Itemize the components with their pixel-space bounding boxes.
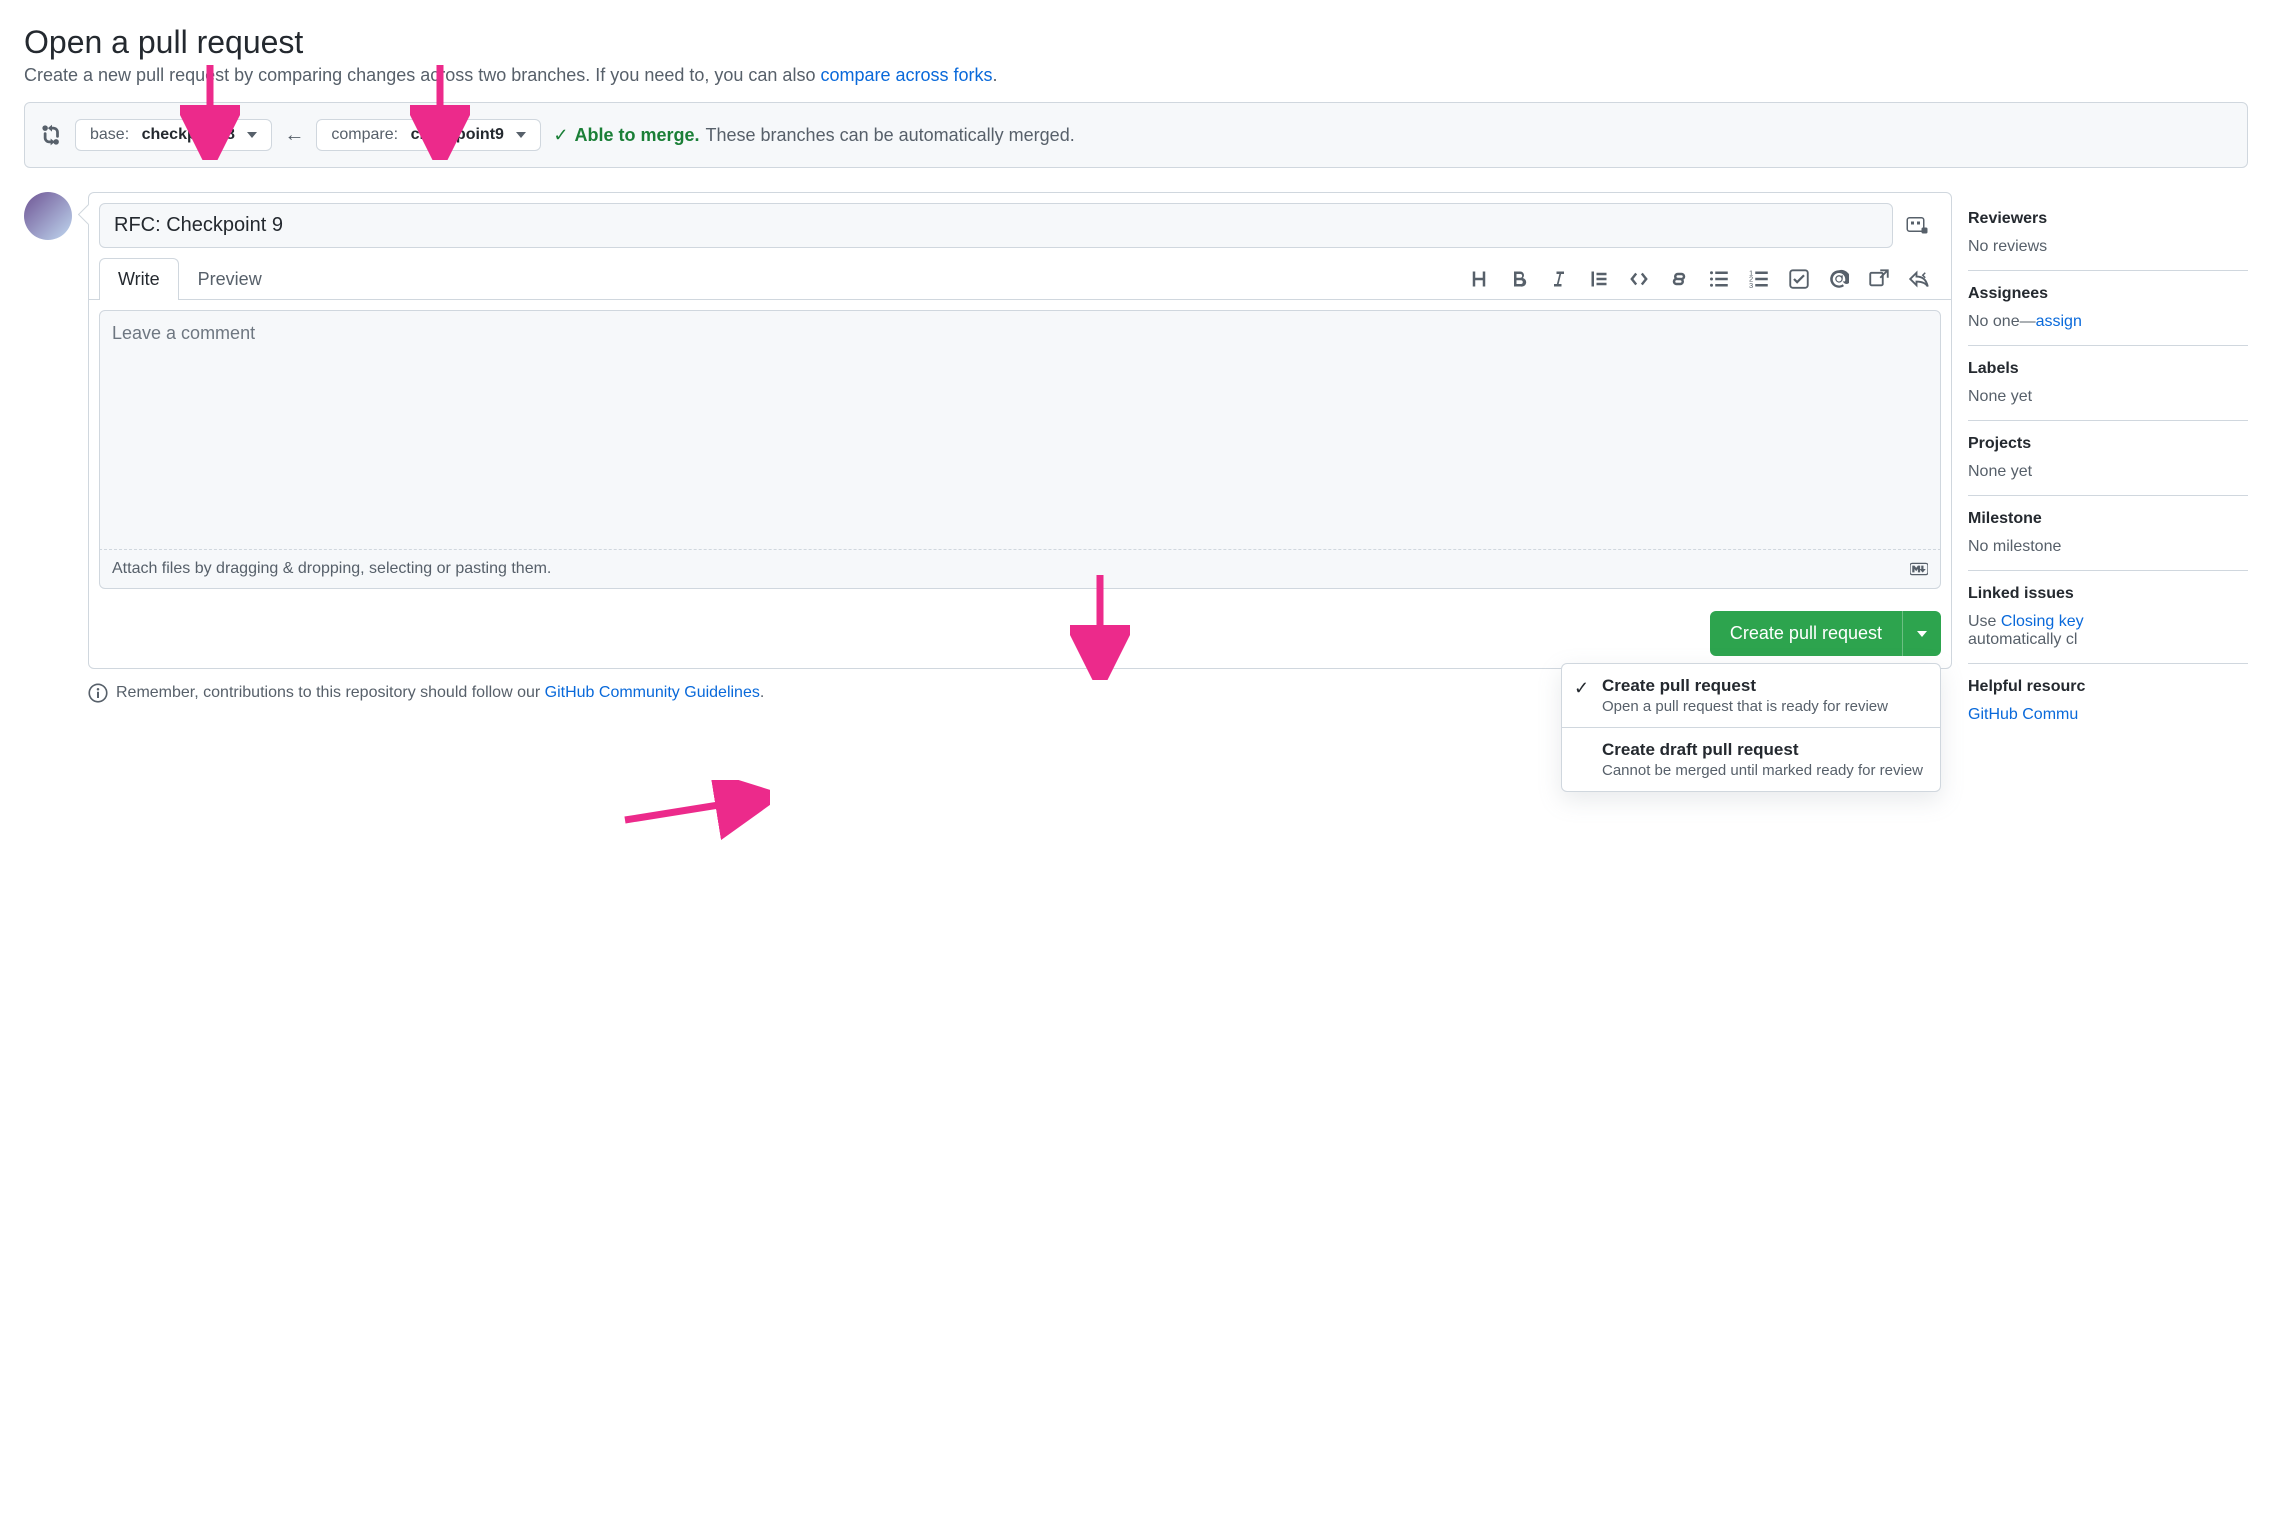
mention-icon[interactable]: [1829, 269, 1849, 289]
tasklist-icon[interactable]: [1789, 269, 1809, 289]
ul-icon[interactable]: [1709, 269, 1729, 289]
linked-post: automatically cl: [1968, 631, 2077, 648]
dropdown-create-draft[interactable]: Create draft pull request Cannot be merg…: [1562, 728, 1940, 791]
side-content: GitHub Commu: [1968, 706, 2248, 724]
reply-icon[interactable]: [1909, 269, 1929, 289]
sidebar-helpful: Helpful resourc GitHub Commu: [1968, 664, 2248, 738]
subtitle-post: .: [993, 65, 998, 85]
community-link[interactable]: GitHub Commu: [1968, 706, 2078, 723]
create-pr-dropdown: ✓ Create pull request Open a pull reques…: [1561, 663, 1941, 792]
side-content: No milestone: [1968, 538, 2248, 556]
side-title: Milestone: [1968, 510, 2248, 528]
tabs-row: Write Preview 123: [89, 258, 1951, 300]
git-compare-icon: [41, 124, 63, 146]
assign-self-link[interactable]: assign: [2036, 313, 2082, 330]
side-content: None yet: [1968, 463, 2248, 481]
side-title: Labels: [1968, 360, 2248, 378]
base-value: checkpoint8: [142, 126, 235, 144]
guidelines-post: .: [760, 684, 764, 701]
link-icon[interactable]: [1669, 269, 1689, 289]
closing-keywords-link[interactable]: Closing key: [2001, 613, 2084, 630]
merge-rest-label: These branches can be automatically merg…: [706, 125, 1075, 146]
sidebar-projects[interactable]: Projects None yet: [1968, 421, 2248, 496]
side-title: Assignees: [1968, 285, 2248, 303]
linked-pre: Use: [1968, 613, 2001, 630]
compare-branch-button[interactable]: compare: checkpoint9: [316, 119, 541, 151]
sidebar-milestone[interactable]: Milestone No milestone: [1968, 496, 2248, 571]
tab-write[interactable]: Write: [99, 258, 179, 300]
ol-icon[interactable]: 123: [1749, 269, 1769, 289]
markdown-icon: [1910, 560, 1928, 578]
side-title: Projects: [1968, 435, 2248, 453]
sidebar-assignees[interactable]: Assignees No one—assign: [1968, 271, 2248, 346]
guidelines-link[interactable]: GitHub Community Guidelines: [545, 684, 760, 701]
svg-text:3: 3: [1749, 280, 1753, 288]
comment-textarea[interactable]: Leave a comment: [99, 310, 1941, 550]
compare-label: compare:: [331, 126, 398, 144]
create-pr-button-group: Create pull request: [1710, 611, 1941, 656]
copilot-icon[interactable]: [1901, 210, 1933, 242]
base-label: base:: [90, 126, 129, 144]
comment-box: Write Preview 123: [88, 192, 1952, 669]
guidelines-pre: Remember, contributions to this reposito…: [116, 684, 545, 701]
sidebar: Reviewers No reviews Assignees No one—as…: [1968, 196, 2248, 738]
quote-icon[interactable]: [1589, 269, 1609, 289]
info-icon: [88, 683, 108, 703]
markdown-toolbar: 123: [1469, 269, 1941, 289]
dropdown-create-pr[interactable]: ✓ Create pull request Open a pull reques…: [1562, 664, 1940, 728]
check-icon: ✓: [553, 125, 568, 146]
subtitle-text: Create a new pull request by comparing c…: [24, 65, 820, 85]
side-content: None yet: [1968, 388, 2248, 406]
compare-forks-link[interactable]: compare across forks: [820, 65, 992, 85]
base-branch-button[interactable]: base: checkpoint8: [75, 119, 272, 151]
page-title: Open a pull request: [24, 24, 2248, 61]
create-pr-button[interactable]: Create pull request: [1710, 611, 1902, 656]
dd-title: Create draft pull request: [1602, 740, 1926, 760]
attach-row[interactable]: Attach files by dragging & dropping, sel…: [99, 549, 1941, 589]
dd-desc: Open a pull request that is ready for re…: [1602, 698, 1926, 715]
attach-text: Attach files by dragging & dropping, sel…: [112, 560, 551, 578]
branch-compare-bar: base: checkpoint8 ← compare: checkpoint9…: [24, 102, 2248, 168]
arrow-left-icon: ←: [284, 124, 304, 147]
check-icon: ✓: [1574, 678, 1589, 699]
merge-status: ✓ Able to merge. These branches can be a…: [553, 125, 1074, 146]
side-content: No reviews: [1968, 238, 2248, 256]
annotation-arrow: [620, 780, 770, 840]
sidebar-linked-issues[interactable]: Linked issues Use Closing key automatica…: [1968, 571, 2248, 664]
heading-icon[interactable]: [1469, 269, 1489, 289]
dd-title: Create pull request: [1602, 676, 1926, 696]
assignees-pre: No one—: [1968, 313, 2036, 330]
italic-icon[interactable]: [1549, 269, 1569, 289]
tab-preview[interactable]: Preview: [179, 258, 281, 300]
code-icon[interactable]: [1629, 269, 1649, 289]
side-title: Linked issues: [1968, 585, 2248, 603]
side-title: Helpful resourc: [1968, 678, 2248, 696]
compare-value: checkpoint9: [411, 126, 504, 144]
page-subtitle: Create a new pull request by comparing c…: [24, 65, 2248, 86]
avatar[interactable]: [24, 192, 72, 240]
pr-title-input[interactable]: [99, 203, 1893, 248]
side-title: Reviewers: [1968, 210, 2248, 228]
dd-desc: Cannot be merged until marked ready for …: [1602, 762, 1926, 779]
side-content: Use Closing key automatically cl: [1968, 613, 2248, 649]
create-pr-caret-button[interactable]: [1902, 611, 1941, 656]
merge-able-label: Able to merge.: [574, 125, 699, 146]
sidebar-reviewers[interactable]: Reviewers No reviews: [1968, 196, 2248, 271]
cross-ref-icon[interactable]: [1869, 269, 1889, 289]
bold-icon[interactable]: [1509, 269, 1529, 289]
side-content: No one—assign: [1968, 313, 2248, 331]
sidebar-labels[interactable]: Labels None yet: [1968, 346, 2248, 421]
